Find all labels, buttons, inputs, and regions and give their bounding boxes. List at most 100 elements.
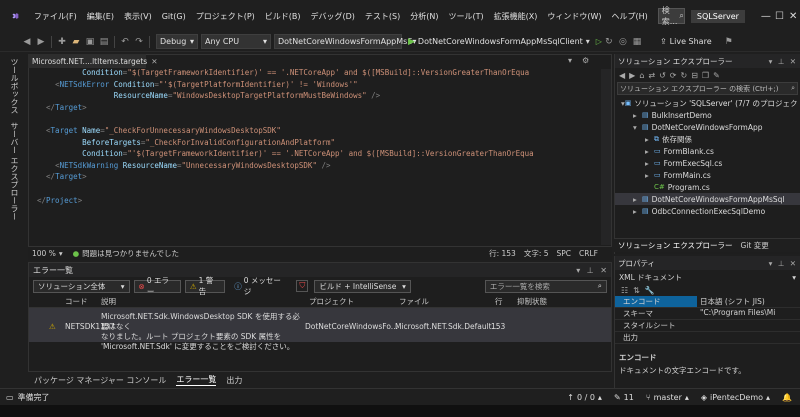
col-header-file[interactable]: ファイル [399,296,495,307]
platform-select[interactable]: Any CPU ▾ [201,34,271,49]
chevron-up-icon[interactable]: ▴ [685,393,689,402]
new-item-icon[interactable]: ✚ [55,37,69,47]
chevron-down-icon[interactable]: ▾ [576,266,580,275]
open-folder-icon[interactable]: ▰ [69,37,83,47]
pin-icon[interactable]: ⊥ [778,259,785,268]
expand-chevron-icon[interactable]: ▾ [633,123,642,132]
chevron-up-icon[interactable]: ▴ [766,393,770,402]
search-box[interactable]: 検索... ⌕ [657,6,685,26]
expand-chevron-icon[interactable]: ▸ [645,147,654,156]
code-line[interactable]: BeforeTargets="_CheckForInvalidConfigura… [37,137,597,149]
errors-filter[interactable]: ⊗ 0 エラー [133,276,181,296]
switch-views-icon[interactable]: ⇄ [648,71,655,80]
tree-item[interactable]: ▸ ▭ FormExecSql.cs [615,157,800,169]
code-line[interactable]: </Project> [37,195,597,207]
menu-analyze[interactable]: 分析(N) [405,9,443,24]
whitespace-mode[interactable]: SPC [557,249,572,258]
close-icon[interactable]: ✕ [151,57,157,66]
back-nav-icon[interactable]: ◀ [20,37,34,47]
code-editor[interactable]: Condition="$(TargetFrameworkIdentifier)'… [28,54,612,260]
minimize-icon[interactable]: — [759,11,773,22]
arrow-up-icon[interactable]: ↑ [567,393,574,402]
close-icon[interactable]: ✕ [790,259,796,268]
visual-studio-logo-icon[interactable] [12,9,19,23]
expand-chevron-icon[interactable]: ▸ [645,135,654,144]
expand-chevron-icon[interactable]: ▸ [633,195,642,204]
tab-solution-explorer[interactable]: ソリューション エクスプローラー [618,240,733,251]
pin-icon[interactable]: ⊥ [587,266,594,275]
expand-chevron-icon[interactable]: ▸ [633,111,642,120]
warnings-filter[interactable]: ⚠ 1 警告 [184,276,226,296]
properties-object-select[interactable]: XML ドキュメント ▾ [615,270,800,284]
code-line[interactable]: <Target Name="_CheckForUnnecessaryWindow… [37,125,597,137]
line-endings[interactable]: CRLF [579,249,598,258]
tab-list-dropdown-icon[interactable]: ▾ [568,56,572,65]
close-icon[interactable]: ✕ [786,11,800,22]
home-icon[interactable]: ⌂ [639,71,644,80]
tree-item[interactable]: ▸ ▭ FormBlank.cs [615,145,800,157]
property-value[interactable]: 日本語 (シフト JIS) [697,296,797,307]
col-header-suppression[interactable]: 抑制状態 [517,296,547,307]
property-row[interactable]: エンコード 日本語 (シフト JIS) [615,296,800,308]
show-all-files-icon[interactable]: ❐ [702,71,709,80]
zoom-level[interactable]: 100 % [32,249,56,258]
live-share-icon[interactable]: ⇪ [660,37,667,46]
sync-icon[interactable]: ⟳ [670,71,677,80]
property-value[interactable] [697,332,797,343]
refresh-icon[interactable]: ↻ [681,71,688,80]
tree-item[interactable]: ▾ ▤ DotNetCoreWindowsFormApp [615,121,800,133]
tree-item[interactable]: ▾ ▣ ソリューション 'SQLServer' (7/7 のプロジェクト) [615,97,800,109]
code-line[interactable]: </Target> [37,102,597,114]
chevron-down-icon[interactable]: ▾ [586,37,590,46]
tree-item[interactable]: ▸ ▤ DotNetCoreWindowsFormAppMsSql [615,193,800,205]
branch-icon[interactable]: ⑂ [646,393,651,402]
forward-icon[interactable]: ▶ [629,71,635,80]
filter-icon[interactable]: ⛉ [296,280,309,292]
tab-package-manager-console[interactable]: パッケージ マネージャー コンソール [34,375,166,386]
menu-test[interactable]: テスト(S) [360,9,405,24]
tree-item[interactable]: C# Program.cs [615,181,800,193]
expand-chevron-icon[interactable]: ▸ [645,171,654,180]
menu-tools[interactable]: ツール(T) [443,9,488,24]
tab-output[interactable]: 出力 [226,375,242,386]
forward-nav-icon[interactable]: ▶ [34,37,48,47]
code-line[interactable]: <NETSdkWarning ResourceName="Unnecessary… [37,160,597,172]
expand-chevron-icon[interactable]: ▸ [645,159,654,168]
collapse-all-icon[interactable]: ⊟ [691,71,698,80]
pending-edits[interactable]: 11 [624,393,634,402]
hot-reload-icon[interactable]: ↻ [602,37,616,47]
branch-name[interactable]: master [654,393,682,402]
expand-chevron-icon[interactable]: ▸ [633,207,642,216]
property-row[interactable]: スタイルシート [615,320,800,332]
toolbox-tab[interactable]: ツールボックス [9,58,20,114]
close-icon[interactable]: ✕ [790,57,796,66]
menu-build[interactable]: ビルド(B) [260,9,306,24]
messages-filter[interactable]: ⓘ 0 メッセージ [229,276,292,296]
chevron-down-icon[interactable]: ▾ [769,259,773,268]
feedback-icon[interactable]: ⚑ [722,37,736,47]
run-target-label[interactable]: DotNetCoreWindowsFormAppMsSqlClient [418,37,583,46]
menu-edit[interactable]: 編集(E) [82,9,119,24]
editor-vertical-scrollbar[interactable] [601,69,611,245]
chevron-down-icon[interactable]: ▾ [59,249,63,258]
col-header-line[interactable]: 行 [495,296,517,307]
error-search-input[interactable]: エラー一覧を検索 ⌕ [484,279,607,293]
live-share-button[interactable]: Live Share [670,37,712,46]
menu-project[interactable]: プロジェクト(P) [191,9,260,24]
col-header-project[interactable]: プロジェクト [309,296,399,307]
repo-icon[interactable]: ◈ [701,393,707,402]
redo-icon[interactable]: ↷ [132,37,146,47]
pending-changes-icon[interactable]: ↺ [659,71,666,80]
save-all-icon[interactable]: ▤ [97,37,111,47]
commit-count[interactable]: 0 / 0 [577,393,595,402]
editor-tab[interactable]: Microsoft.NET....ltItems.targets ✕ [28,54,158,68]
code-line[interactable]: </Target> [37,171,597,183]
chevron-up-icon[interactable]: ▴ [598,393,602,402]
col-header-code[interactable]: コード [65,296,101,307]
code-line[interactable] [37,113,597,125]
menu-debug[interactable]: デバッグ(D) [306,9,360,24]
tree-item[interactable]: ▸ ⧉ 依存関係 [615,133,800,145]
property-row[interactable]: 出力 [615,332,800,344]
solution-search-input[interactable]: ソリューション エクスプローラー の検索 (Ctrl+;) ⌕ [617,82,798,95]
settings-gear-icon[interactable]: ⚙ [582,56,589,65]
